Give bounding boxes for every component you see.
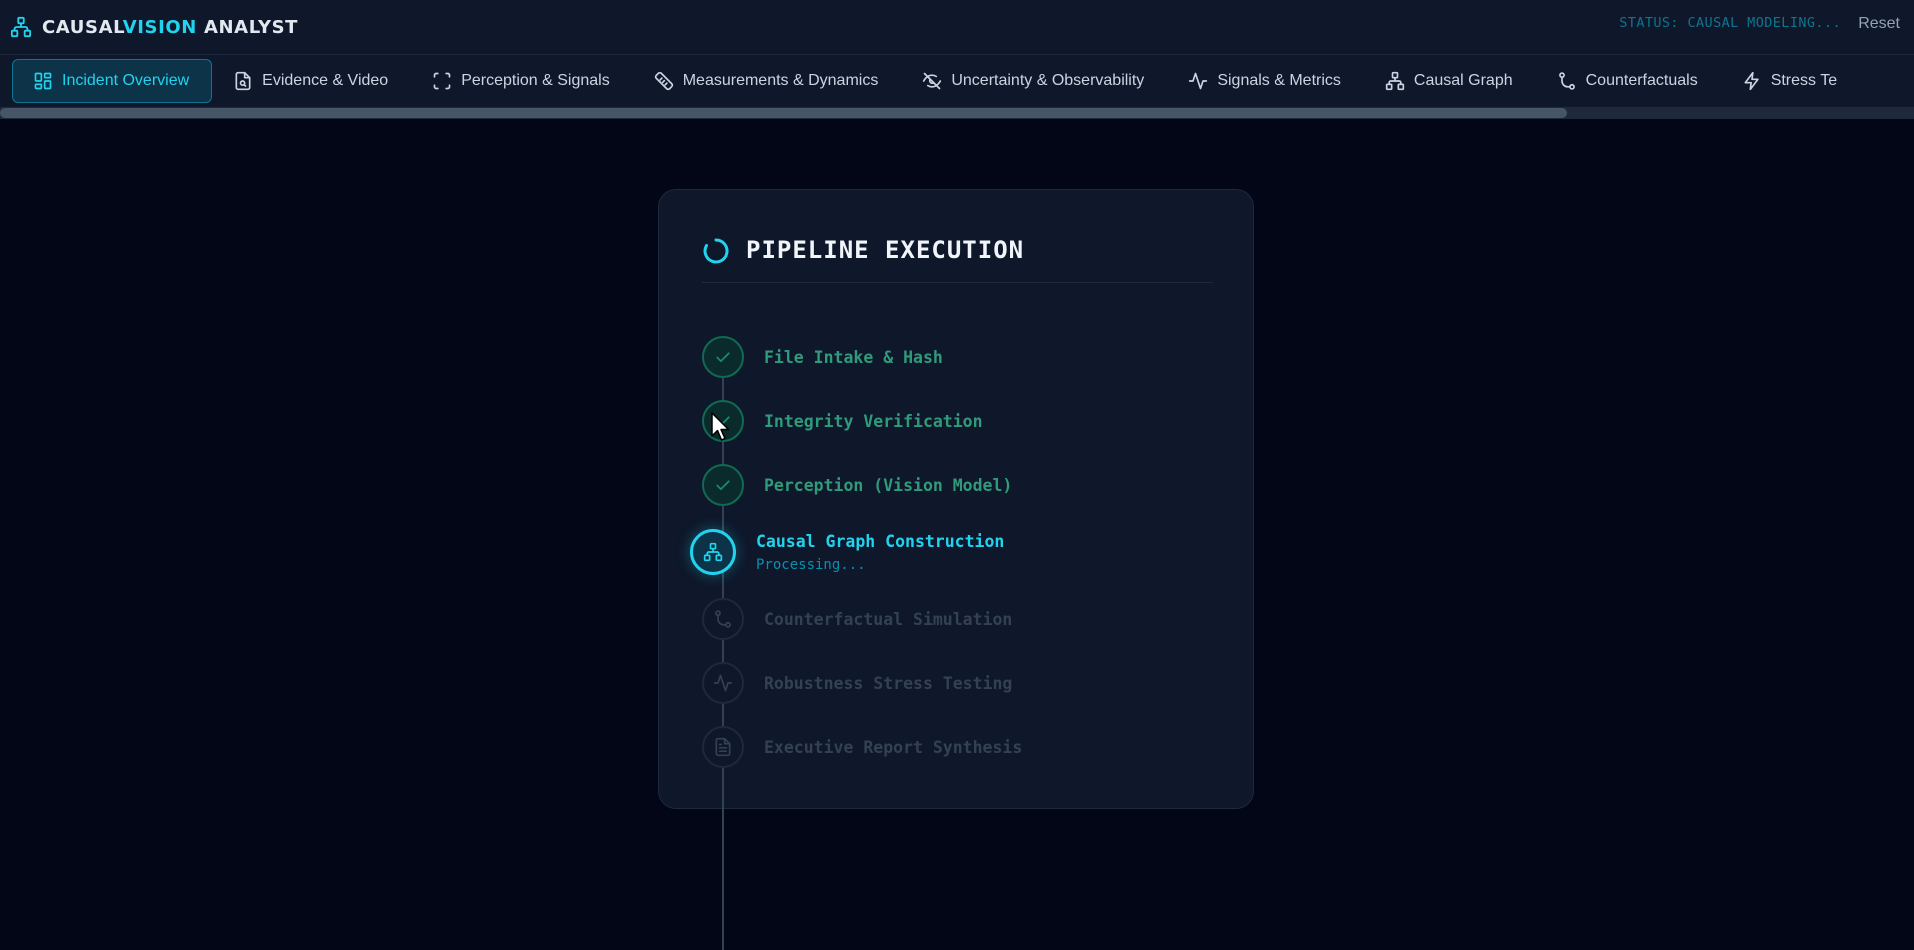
brand-text-vision: VISION [122, 16, 197, 38]
ruler-icon [654, 71, 673, 91]
tab-label: Uncertainty & Observability [951, 72, 1145, 89]
mouse-cursor-icon [711, 412, 730, 441]
tab-uncertainty-observability[interactable]: Uncertainty & Observability [901, 59, 1167, 103]
pipeline-step-integrity: Integrity Verification [702, 400, 983, 442]
network-icon [1385, 71, 1405, 91]
step-label: Robustness Stress Testing [764, 673, 1013, 693]
scan-frame-icon [433, 72, 451, 90]
check-icon [716, 352, 730, 362]
pipeline-title: PIPELINE EXECUTION [746, 236, 1025, 264]
step-label: Causal Graph Construction [756, 531, 1005, 551]
network-icon [703, 542, 723, 562]
pipeline-step-perception: Perception (Vision Model) [702, 464, 1012, 506]
tab-scrollbar[interactable] [0, 107, 1914, 119]
tab-label: Counterfactuals [1585, 72, 1698, 89]
check-icon [716, 480, 730, 490]
step-label: Integrity Verification [764, 411, 983, 431]
eye-off-icon [923, 72, 942, 90]
tab-label: Measurements & Dynamics [682, 72, 879, 89]
step-progress-text: Processing... [756, 556, 866, 573]
activity-icon [1189, 72, 1208, 90]
reset-button[interactable]: Reset [1858, 15, 1900, 33]
branch-icon [715, 610, 731, 628]
pipeline-header: PIPELINE EXECUTION [702, 235, 1213, 283]
tab-label: Evidence & Video [262, 72, 389, 89]
bolt-icon [1744, 71, 1759, 91]
tab-label: Causal Graph [1413, 72, 1513, 89]
step-status [690, 529, 736, 575]
tab-label: Signals & Metrics [1217, 72, 1341, 89]
document-icon [715, 737, 731, 757]
step-label: Perception (Vision Model) [764, 475, 1013, 495]
tab-perception-signals[interactable]: Perception & Signals [411, 59, 633, 103]
step-label: Executive Report Synthesis [764, 737, 1023, 757]
network-icon [10, 16, 32, 38]
file-search-icon [235, 71, 251, 91]
step-status [702, 464, 744, 506]
tab-measurements-dynamics[interactable]: Measurements & Dynamics [633, 59, 902, 103]
top-bar: CAUSALVISION ANALYST STATUS: CAUSAL MODEL… [0, 0, 1914, 55]
pipeline-step-counterfactual: Counterfactual Simulation [702, 598, 1012, 640]
tab-incident-overview[interactable]: Incident Overview [12, 59, 213, 103]
grid-icon [34, 72, 52, 90]
pipeline-step-file-intake: File Intake & Hash [702, 336, 943, 378]
status-text: STATUS: CAUSAL MODELING... [1619, 15, 1841, 31]
brand-text-analyst: ANALYST [203, 16, 299, 38]
pipeline-card: PIPELINE EXECUTION File Intake & Hash In… [658, 189, 1254, 950]
branch-icon [1558, 72, 1575, 90]
brand-text-causal: CAUSAL [42, 16, 123, 38]
tab-label: Perception & Signals [461, 72, 610, 89]
pipeline-step-report: Executive Report Synthesis [702, 726, 1022, 768]
pipeline-step-stress-testing: Robustness Stress Testing [702, 662, 1012, 704]
step-status [702, 336, 744, 378]
tab-stress-testing[interactable]: Stress Te [1721, 59, 1860, 103]
tab-causal-graph[interactable]: Causal Graph [1364, 59, 1536, 103]
spinner-icon [703, 238, 729, 264]
step-label: Counterfactual Simulation [764, 609, 1013, 629]
tab-counterfactuals[interactable]: Counterfactuals [1536, 59, 1721, 103]
tab-label: Incident Overview [62, 72, 190, 89]
tab-bar: Incident Overview Evidence & Video Perce… [0, 55, 1914, 107]
step-label: File Intake & Hash [764, 347, 943, 367]
tab-signals-metrics[interactable]: Signals & Metrics [1167, 59, 1364, 103]
step-status [702, 662, 744, 704]
activity-icon [713, 674, 733, 692]
step-status [702, 726, 744, 768]
step-status [702, 598, 744, 640]
app-brand: CAUSALVISION ANALYST [10, 16, 298, 38]
step-text: Causal Graph Construction Processing... [756, 532, 1004, 573]
tab-label: Stress Te [1770, 72, 1838, 89]
tab-scrollbar-thumb[interactable] [0, 108, 1567, 118]
pipeline-step-causal-graph: Causal Graph Construction Processing... [690, 529, 1004, 575]
tab-evidence-video[interactable]: Evidence & Video [212, 59, 411, 103]
